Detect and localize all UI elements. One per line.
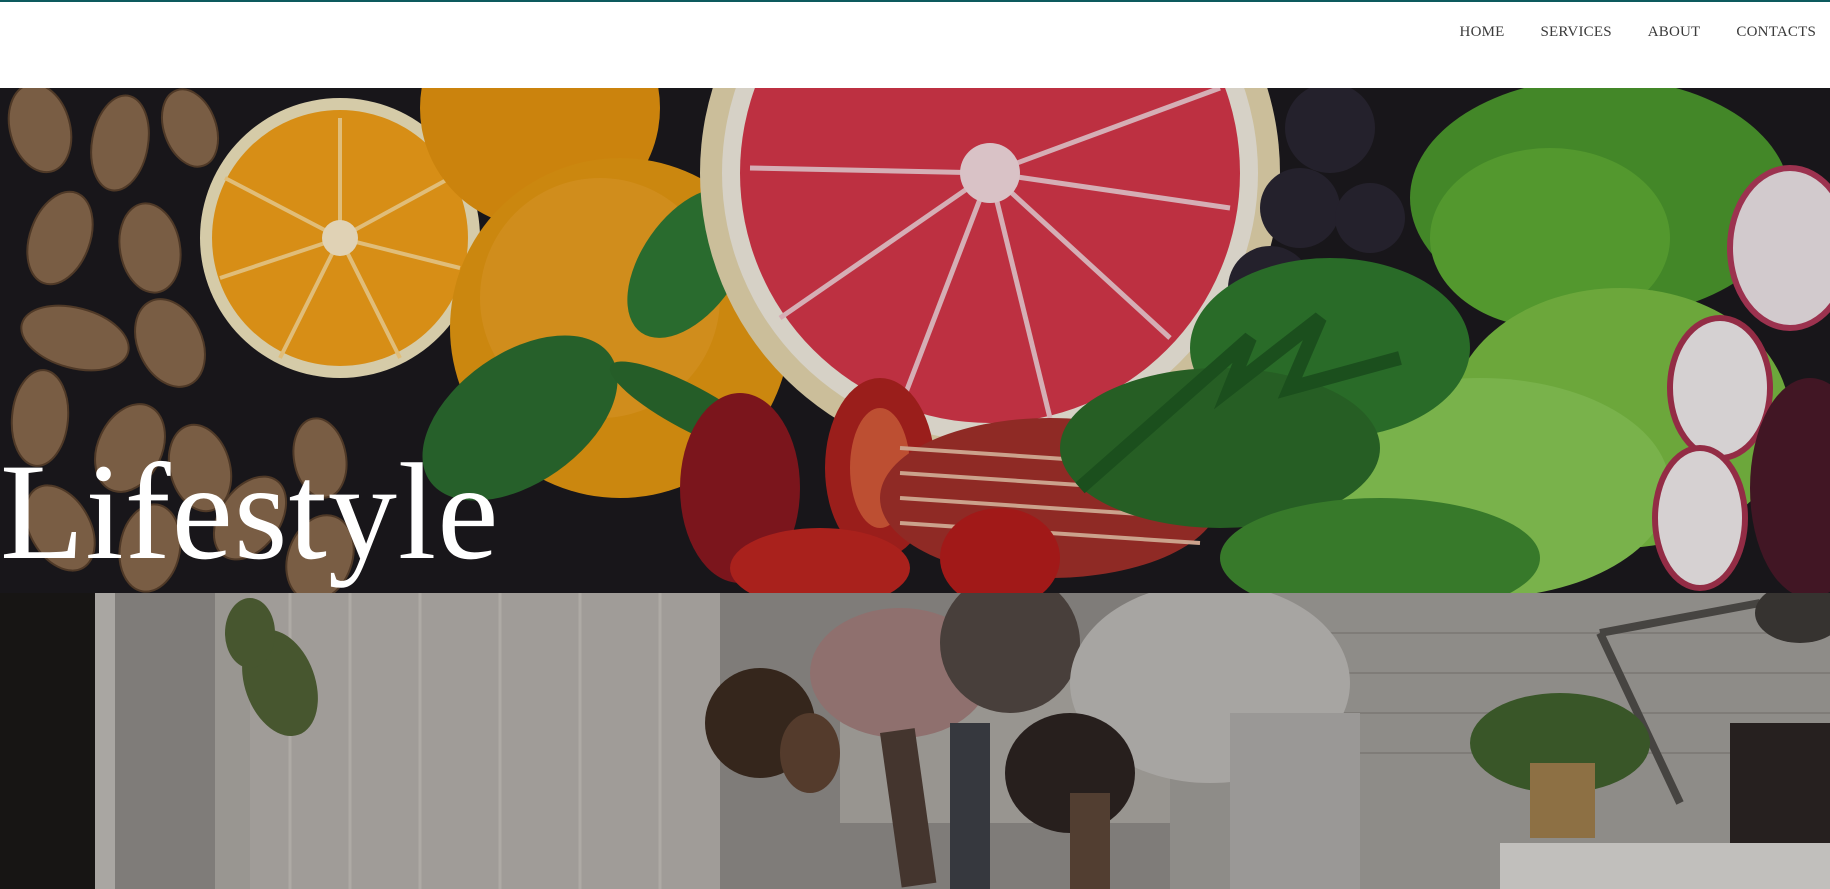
nav-item-home[interactable]: HOME — [1442, 22, 1523, 43]
hero-banner: Lifestyle — [0, 88, 1830, 593]
nav-item-services[interactable]: SERVICES — [1523, 22, 1630, 43]
nav-item-about[interactable]: ABOUT — [1630, 22, 1719, 43]
nav-item-contacts[interactable]: CONTACTS — [1718, 22, 1816, 43]
hero-title: Lifestyle — [0, 435, 500, 588]
main-nav: HOME SERVICES ABOUT CONTACTS — [1442, 22, 1816, 43]
site-header: HOME SERVICES ABOUT CONTACTS — [0, 0, 1830, 88]
fitness-image — [0, 593, 1830, 889]
fitness-section — [0, 593, 1830, 889]
